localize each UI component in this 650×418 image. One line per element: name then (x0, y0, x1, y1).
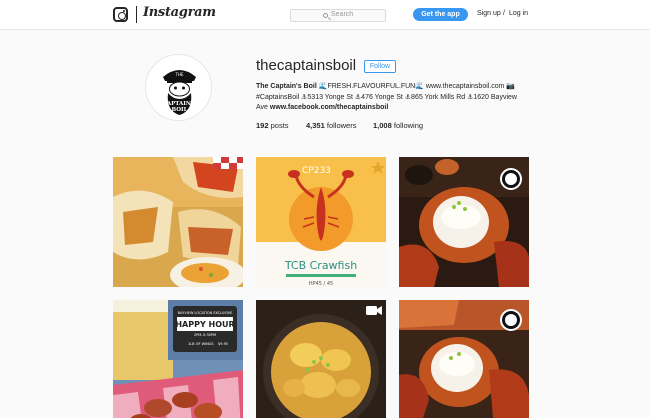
auth-separator: / (503, 10, 505, 17)
bio-line-3-prefix: Ave (256, 104, 268, 111)
post-image-crawfish-card: CP233 TCB Crawfish HP45 / 45 (256, 157, 386, 287)
followers-stat[interactable]: 4,351 followers (306, 121, 356, 130)
profile-username: thecaptainsboil (256, 57, 357, 74)
get-the-app-button[interactable]: Get the app (413, 8, 468, 21)
post-image-happy-hour: BAYVIEW LOCATION EXCLUSIVE HAPPY HOUR 2P… (113, 300, 243, 418)
post-image-tacos (113, 157, 243, 287)
logo-divider (136, 6, 137, 23)
captains-boil-logo: THE CAPTAIN'S BOIL (146, 55, 211, 120)
bio-line-2: #CaptainsBoil ⚓5313 Yonge St ⚓476 Yonge … (256, 93, 517, 101)
post-thumbnail[interactable] (256, 300, 386, 418)
post-image-corn-pan (256, 300, 386, 418)
bio-line-1: 🌊FRESH.FLAVOURFUL.FUN🌊 www.thecaptainsbo… (318, 83, 516, 90)
tile2-title: TCB Crawfish (284, 259, 357, 272)
post-thumbnail[interactable]: CP233 TCB Crawfish HP45 / 45 (256, 157, 386, 287)
post-thumbnail[interactable]: BAYVIEW LOCATION EXCLUSIVE HAPPY HOUR 2P… (113, 300, 243, 418)
search-input[interactable]: Search (290, 9, 386, 22)
post-thumbnail[interactable] (399, 300, 529, 418)
instagram-camera-icon[interactable] (113, 7, 128, 22)
posts-label: posts (270, 121, 289, 130)
post-image-seafood-boil (399, 300, 529, 418)
log-in-link[interactable]: Log in (509, 10, 528, 17)
search-icon (323, 12, 328, 18)
bio-facebook-link[interactable]: www.facebook.com/thecaptainsboil (270, 104, 388, 111)
tile4-sign-wings: 1LB OF WINGS (188, 342, 214, 346)
avatar-text-bottom: BOIL (172, 107, 188, 113)
search-placeholder: Search (331, 11, 354, 18)
followers-label: followers (326, 121, 357, 130)
instagram-wordmark[interactable]: Instagram (143, 5, 216, 20)
following-stat[interactable]: 1,008 following (373, 121, 423, 130)
avatar-text-top: THE (175, 72, 184, 77)
followers-count: 4,351 (306, 121, 325, 130)
posts-stat: 192 posts (256, 121, 289, 130)
posts-count: 192 (256, 121, 269, 130)
post-image-seafood-rice (399, 157, 529, 287)
following-count: 1,008 (373, 121, 392, 130)
video-camera-icon (366, 306, 377, 315)
bio-name: The Captain's Boil (256, 83, 317, 90)
tile2-hp: HP45 / 45 (309, 281, 333, 287)
top-navigation-bar: Instagram Search Get the app Sign up / L… (0, 0, 650, 30)
post-thumbnail[interactable] (399, 157, 529, 287)
profile-bio: The Captain's Boil 🌊FRESH.FLAVOURFUL.FUN… (256, 82, 531, 114)
tile2-badge: CP233 (302, 166, 331, 176)
sign-up-link[interactable]: Sign up (477, 10, 501, 17)
tile4-sign-small: 2PM–5:30PM (194, 333, 216, 337)
tile4-sign-main: HAPPY HOUR (175, 320, 234, 329)
follow-button[interactable]: Follow (364, 60, 396, 73)
tile4-sign-top: BAYVIEW LOCATION EXCLUSIVE (178, 311, 233, 315)
following-label: following (393, 121, 424, 130)
post-thumbnail[interactable] (113, 157, 243, 287)
tile4-sign-price: $9.95 (218, 342, 228, 346)
profile-avatar[interactable]: THE CAPTAIN'S BOIL (145, 54, 212, 121)
